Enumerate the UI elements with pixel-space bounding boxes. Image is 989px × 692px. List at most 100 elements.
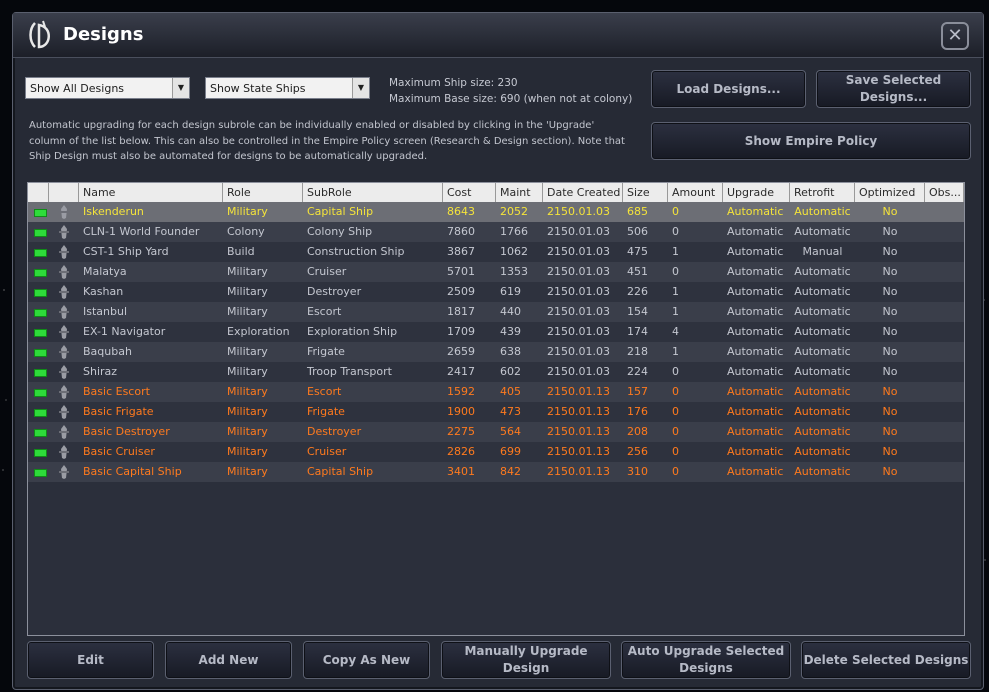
table-cell-name: CST-1 Ship Yard <box>83 245 169 258</box>
table-cell-cost: 1817 <box>447 305 475 318</box>
table-cell-role: Colony <box>227 225 265 238</box>
designs-table: Name Role SubRole Cost Maint Date Created Size… <box>27 182 965 636</box>
table-cell-subrole: Exploration Ship <box>307 325 398 338</box>
table-cell-role: Military <box>227 285 268 298</box>
table-cell-upgrade[interactable]: Automatic <box>723 282 790 302</box>
add-new-button[interactable]: Add New <box>165 641 292 679</box>
status-indicator <box>34 309 47 317</box>
column-header[interactable]: Cost <box>443 183 496 202</box>
table-cell-maint: 619 <box>500 285 521 298</box>
column-header[interactable]: Role <box>223 183 303 202</box>
table-cell-date-created: 2150.01.03 <box>547 205 610 218</box>
table-cell-upgrade[interactable]: Automatic <box>723 322 790 342</box>
column-header[interactable]: Amount <box>668 183 723 202</box>
table-cell-upgrade[interactable]: Automatic <box>723 462 790 482</box>
table-cell-upgrade[interactable]: Automatic <box>723 242 790 262</box>
table-cell-retrofit: Manual <box>802 245 843 258</box>
table-row[interactable]: Malatya Military Cruiser 5701 1353 2150.01.03… <box>28 262 964 282</box>
status-indicator <box>34 269 47 277</box>
status-indicator <box>34 249 47 257</box>
table-row[interactable]: CST-1 Ship Yard Build Construction Ship 386… <box>28 242 964 262</box>
table-row[interactable]: Basic Cruiser Military Cruiser 2826 699 2150.… <box>28 442 964 462</box>
chevron-down-icon: ▼ <box>352 78 369 98</box>
table-cell-upgrade[interactable]: Automatic <box>723 362 790 382</box>
table-cell-maint: 564 <box>500 425 521 438</box>
column-header[interactable]: Upgrade <box>723 183 790 202</box>
table-row[interactable]: Iskenderun Military Capital Ship 8643 2052 21… <box>28 202 964 222</box>
column-header[interactable]: Name <box>79 183 223 202</box>
table-cell-cost: 2275 <box>447 425 475 438</box>
column-header[interactable]: Maint <box>496 183 543 202</box>
table-cell-amount: 0 <box>672 445 679 458</box>
save-selected-designs-button[interactable]: Save Selected Designs... <box>816 70 971 108</box>
table-row[interactable]: Basic Destroyer Military Destroyer 2275 564 2… <box>28 422 964 442</box>
table-cell-size: 218 <box>627 345 648 358</box>
title-bar: Designs ✕ <box>13 13 983 58</box>
table-cell-retrofit: Automatic <box>794 445 851 458</box>
table-cell-upgrade[interactable]: Automatic <box>723 442 790 462</box>
table-row[interactable]: Baqubah Military Frigate 2659 638 2150.01.03 2… <box>28 342 964 362</box>
table-cell-role: Military <box>227 365 268 378</box>
table-row[interactable]: Istanbul Military Escort 1817 440 2150.01.03 1… <box>28 302 964 322</box>
ship-icon <box>59 385 69 399</box>
table-cell-upgrade[interactable]: Automatic <box>723 382 790 402</box>
table-row[interactable]: EX-1 Navigator Exploration Exploration Shi… <box>28 322 964 342</box>
max-ship-size: Maximum Ship size: 230 <box>389 77 518 89</box>
table-cell-date-created: 2150.01.13 <box>547 425 610 438</box>
table-cell-optimized: No <box>882 325 898 338</box>
status-indicator <box>34 369 47 377</box>
ship-filter-dropdown[interactable]: Show State Ships ▼ <box>205 77 370 99</box>
table-cell-name: EX-1 Navigator <box>83 325 166 338</box>
table-cell-amount: 0 <box>672 225 679 238</box>
table-cell-date-created: 2150.01.03 <box>547 265 610 278</box>
table-row[interactable]: Basic Escort Military Escort 1592 405 2150.01… <box>28 382 964 402</box>
table-cell-upgrade[interactable]: Automatic <box>723 422 790 442</box>
table-cell-upgrade[interactable]: Automatic <box>723 262 790 282</box>
copy-as-new-button[interactable]: Copy As New <box>303 641 430 679</box>
table-cell-upgrade[interactable]: Automatic <box>723 402 790 422</box>
manually-upgrade-design-button[interactable]: Manually Upgrade Design <box>441 641 611 679</box>
ship-icon <box>59 325 69 339</box>
column-header[interactable]: Size <box>623 183 668 202</box>
table-cell-retrofit: Automatic <box>794 345 851 358</box>
column-header-icon[interactable] <box>49 183 79 202</box>
table-cell-optimized: No <box>882 465 898 478</box>
status-indicator <box>34 389 47 397</box>
table-row[interactable]: Basic Frigate Military Frigate 1900 473 2150.… <box>28 402 964 422</box>
empire-logo-icon <box>29 20 50 49</box>
column-header-icon[interactable] <box>28 183 49 202</box>
table-cell-cost: 7860 <box>447 225 475 238</box>
table-cell-upgrade[interactable]: Automatic <box>723 342 790 362</box>
table-cell-amount: 0 <box>672 265 679 278</box>
table-cell-amount: 0 <box>672 205 679 218</box>
show-empire-policy-button[interactable]: Show Empire Policy <box>651 122 971 160</box>
table-cell-subrole: Destroyer <box>307 285 362 298</box>
delete-selected-designs-button[interactable]: Delete Selected Designs <box>801 641 971 679</box>
table-cell-optimized: No <box>882 445 898 458</box>
table-row[interactable]: Shiraz Military Troop Transport 2417 602 2150… <box>28 362 964 382</box>
table-cell-upgrade[interactable]: Automatic <box>723 302 790 322</box>
table-row[interactable]: CLN-1 World Founder Colony Colony Ship 7860… <box>28 222 964 242</box>
table-cell-date-created: 2150.01.13 <box>547 465 610 478</box>
column-header[interactable]: SubRole <box>303 183 443 202</box>
close-button[interactable]: ✕ <box>941 22 969 50</box>
column-header[interactable]: Retrofit <box>790 183 855 202</box>
table-row[interactable]: Kashan Military Destroyer 2509 619 2150.01.03… <box>28 282 964 302</box>
table-cell-date-created: 2150.01.03 <box>547 225 610 238</box>
table-cell-date-created: 2150.01.03 <box>547 285 610 298</box>
table-row[interactable]: Basic Capital Ship Military Capital Ship 34… <box>28 462 964 482</box>
table-cell-optimized: No <box>882 205 898 218</box>
table-cell-role: Military <box>227 265 268 278</box>
design-filter-dropdown[interactable]: Show All Designs ▼ <box>25 77 190 99</box>
table-cell-upgrade[interactable]: Automatic <box>723 202 790 222</box>
column-header[interactable]: Date Created <box>543 183 623 202</box>
ship-icon <box>59 405 69 419</box>
table-cell-upgrade[interactable]: Automatic <box>723 222 790 242</box>
load-designs-button[interactable]: Load Designs... <box>651 70 806 108</box>
column-header[interactable]: Obs... <box>925 183 964 202</box>
auto-upgrade-selected-designs-button[interactable]: Auto Upgrade Selected Designs <box>621 641 791 679</box>
table-cell-optimized: No <box>882 385 898 398</box>
table-cell-subrole: Colony Ship <box>307 225 373 238</box>
column-header[interactable]: Optimized <box>855 183 925 202</box>
edit-button[interactable]: Edit <box>27 641 154 679</box>
